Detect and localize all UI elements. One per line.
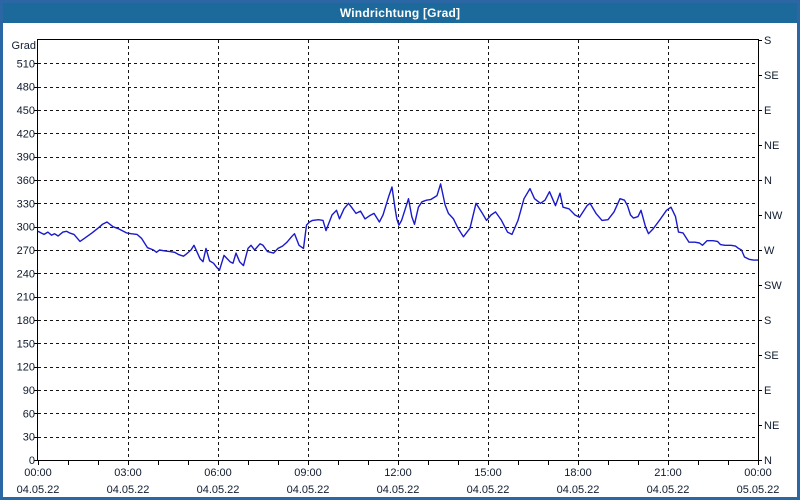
compass-tick-label: NE	[764, 420, 779, 432]
x-tick-time-label: 15:00	[474, 467, 502, 479]
compass-tick-label: W	[764, 245, 775, 257]
compass-tick-label: SE	[764, 70, 779, 82]
y-tick-label: 270	[17, 245, 35, 257]
app-window: Windrichtung [Grad] Grad 0 30 60 90 120 150 180…	[0, 0, 800, 500]
x-tick-date-label: 04.05.22	[287, 484, 330, 496]
compass-tick-label: N	[764, 455, 772, 467]
y-tick-label: 420	[17, 128, 35, 140]
x-tick-date-label: 05.05.22	[737, 484, 780, 496]
x-tick-time-label: 21:00	[654, 467, 682, 479]
axis-labels: Grad 0 30 60 90 120 150 180 210 240 270 300 330 360 39…	[12, 35, 783, 496]
y-tick-label: 180	[17, 315, 35, 327]
y-tick-label: 30	[23, 432, 35, 444]
x-tick-date-label: 04.05.22	[377, 484, 420, 496]
y-tick-label: 240	[17, 268, 35, 280]
compass-tick-label: E	[764, 385, 771, 397]
y-tick-label: 60	[23, 408, 35, 420]
x-tick-time-label: 00:00	[24, 467, 52, 479]
y-axis-unit-label: Grad	[12, 40, 36, 52]
y-tick-label: 210	[17, 292, 35, 304]
x-tick-date-label: 04.05.22	[197, 484, 240, 496]
y-tick-label: 390	[17, 152, 35, 164]
compass-tick-label: NW	[764, 210, 783, 222]
compass-tick-label: SE	[764, 350, 779, 362]
x-tick-time-label: 03:00	[114, 467, 142, 479]
compass-tick-label: NE	[764, 140, 779, 152]
y-tick-label: 0	[29, 455, 35, 467]
x-tick-time-label: 18:00	[564, 467, 592, 479]
compass-tick-label: S	[764, 35, 771, 47]
y-tick-label: 360	[17, 175, 35, 187]
chart-canvas: Grad 0 30 60 90 120 150 180 210 240 270 300 330 360 39…	[12, 35, 783, 496]
compass-tick-label: SW	[764, 280, 782, 292]
gridlines	[38, 40, 758, 460]
compass-tick-label: S	[764, 315, 771, 327]
x-tick-date-label: 04.05.22	[557, 484, 600, 496]
y-tick-label: 480	[17, 82, 35, 94]
x-tick-time-label: 00:00	[744, 467, 772, 479]
compass-tick-label: E	[764, 105, 771, 117]
y-tick-label: 300	[17, 222, 35, 234]
y-tick-label: 120	[17, 362, 35, 374]
y-tick-label: 330	[17, 198, 35, 210]
x-tick-time-label: 06:00	[204, 467, 232, 479]
x-tick-date-label: 04.05.22	[17, 484, 60, 496]
y-tick-label: 150	[17, 338, 35, 350]
x-tick-time-label: 09:00	[294, 467, 322, 479]
x-tick-date-label: 04.05.22	[107, 484, 150, 496]
y-tick-label: 90	[23, 385, 35, 397]
y-tick-label: 450	[17, 105, 35, 117]
compass-tick-label: N	[764, 175, 772, 187]
y-tick-label: 510	[17, 58, 35, 70]
x-tick-date-label: 04.05.22	[467, 484, 510, 496]
x-tick-date-label: 04.05.22	[647, 484, 690, 496]
x-tick-time-label: 12:00	[384, 467, 412, 479]
